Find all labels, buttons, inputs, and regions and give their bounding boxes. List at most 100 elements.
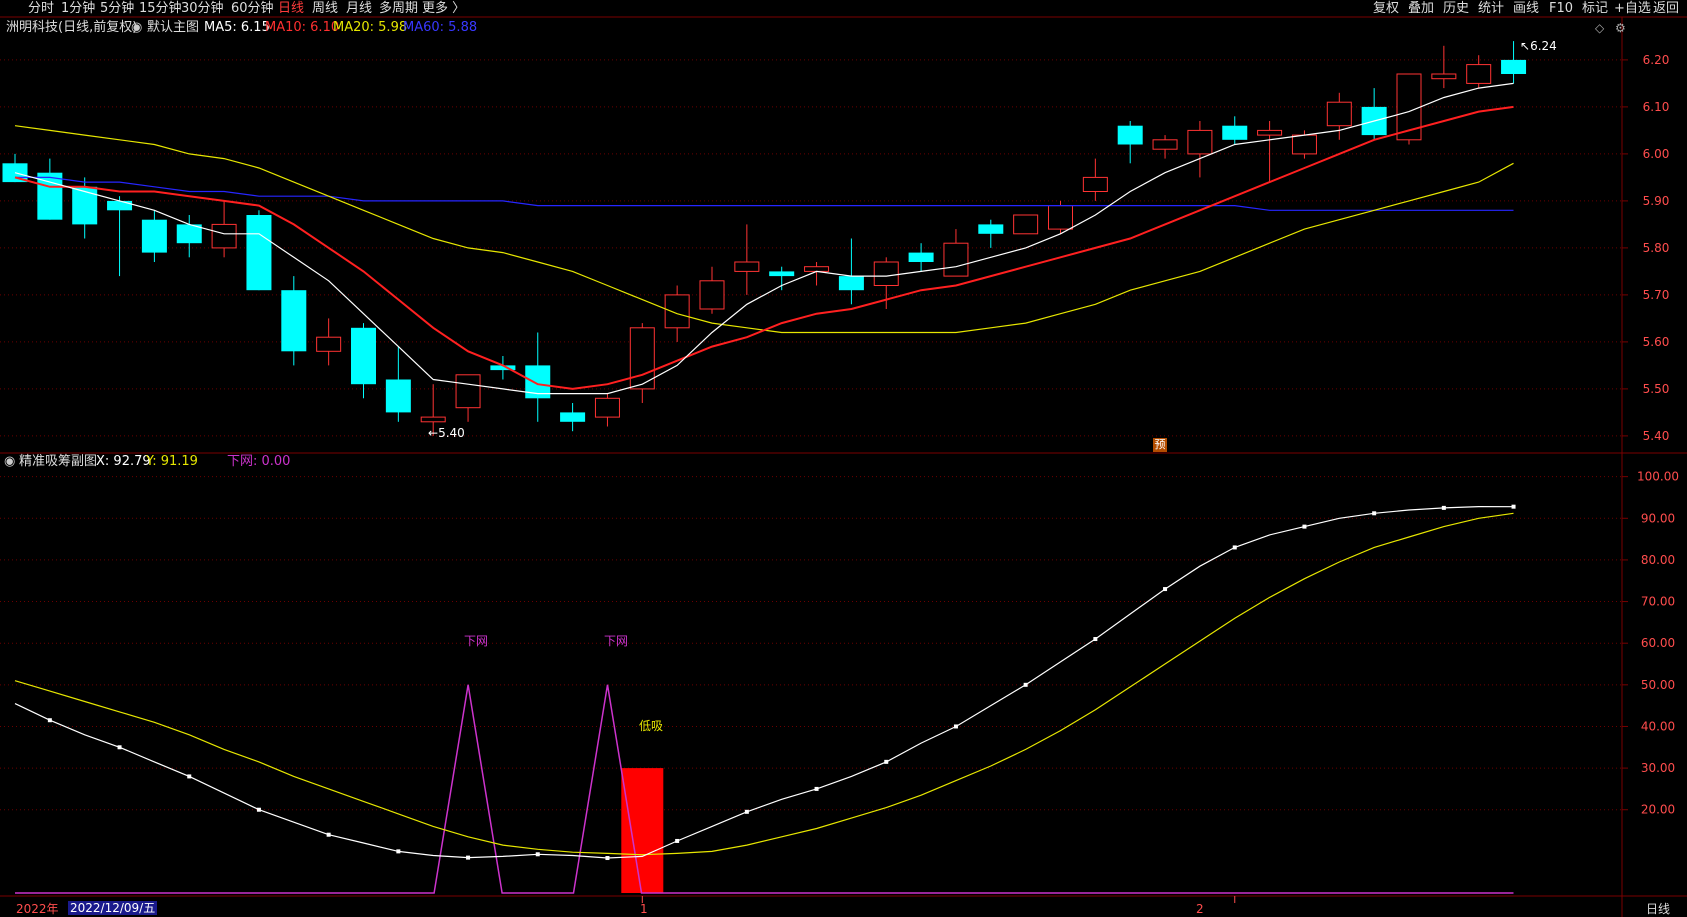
sub-x-dot — [814, 786, 819, 791]
sub-x-dot — [117, 745, 122, 750]
candle-body-up — [1013, 214, 1039, 235]
candle-body-up — [943, 242, 969, 277]
sub-x-dot — [396, 849, 401, 854]
candle-body-down — [351, 327, 376, 385]
sub-x-line — [14, 505, 1514, 859]
low-marker: ←5.40 — [428, 426, 465, 440]
forecast-badge[interactable]: 预 — [1153, 438, 1167, 452]
candle-body-up — [455, 374, 481, 409]
ma20-value: MA20: 5.98 — [333, 20, 408, 35]
month-tick-1: 1 — [640, 902, 648, 916]
candle-body-up — [873, 261, 899, 286]
sub-x-dot — [256, 807, 261, 812]
ma10-value: MA10: 6.10 — [265, 20, 340, 35]
price-tick-label: 5.90 — [1643, 194, 1670, 208]
sub-x-dot — [326, 832, 331, 837]
sub-x-dot — [466, 855, 471, 860]
low-marker-value: 5.40 — [438, 426, 465, 440]
sub-x-dot — [1093, 637, 1098, 642]
candle-body-down — [107, 200, 133, 211]
sub-tick-label: 100.00 — [1637, 470, 1679, 484]
sub-x-dot — [744, 809, 749, 814]
settings-icon[interactable]: ⚙ — [1615, 20, 1626, 36]
candle-body-up — [1048, 205, 1073, 230]
period-button[interactable]: 日线 — [1646, 902, 1670, 916]
year-label: 2022年 — [16, 902, 59, 916]
sub-x-dot — [187, 774, 192, 779]
candle-body-down — [246, 215, 272, 291]
candle-body-down — [769, 271, 795, 277]
sub-x-value: X: 92.79 — [96, 454, 151, 469]
ma60-value: MA60: 5.88 — [403, 20, 478, 35]
sub-x-dot — [1372, 511, 1377, 516]
candle-body-up — [1326, 101, 1352, 127]
cursor-date: 2022/12/09/五 — [68, 901, 158, 915]
sub-tick-label: 40.00 — [1641, 719, 1675, 733]
diamond-icon[interactable]: ◇ — [1595, 20, 1604, 36]
candle-body-down — [1222, 125, 1248, 140]
chart-menu-icon[interactable]: ◉ — [131, 20, 142, 36]
sub-x-dot — [1511, 504, 1516, 509]
high-marker-value: 6.24 — [1530, 39, 1557, 53]
candle-body-up — [316, 336, 342, 352]
sub-tick-label: 30.00 — [1641, 761, 1675, 775]
candle-body-up — [420, 416, 446, 423]
sub-tick-label: 60.00 — [1641, 636, 1675, 650]
candle-body-down — [908, 252, 934, 262]
ma20-line — [14, 125, 1514, 334]
candle-body-up — [1466, 64, 1492, 84]
sub-tick-label: 20.00 — [1641, 803, 1675, 817]
price-tick-label: 5.40 — [1643, 429, 1670, 443]
candle-body-down — [1117, 125, 1143, 145]
dixi-bar — [621, 768, 664, 893]
price-tick-label: 6.00 — [1643, 147, 1670, 161]
candle-body-down — [978, 224, 1004, 234]
sub-tick-label: 80.00 — [1641, 553, 1675, 567]
high-marker: ↖6.24 — [1520, 39, 1557, 53]
sub-x-dot — [675, 838, 680, 843]
candle-body-up — [804, 266, 830, 272]
candle-body-up — [734, 261, 760, 272]
candle-body-up — [1257, 129, 1283, 136]
sub-x-dot — [47, 718, 52, 723]
sub-x-dot — [535, 852, 540, 857]
sub-y-value: Y: 91.19 — [146, 454, 198, 469]
signal-label-1: 下网 — [464, 634, 489, 648]
ma5-line — [14, 82, 1514, 395]
candle-body-up — [1152, 139, 1178, 150]
candle-body-down — [1501, 59, 1527, 74]
sub-x-dot — [953, 724, 958, 729]
price-tick-label: 5.80 — [1643, 241, 1670, 255]
sub-x-dot — [1441, 505, 1446, 510]
sub-x-dot — [605, 856, 610, 861]
price-tick-label: 5.70 — [1643, 288, 1670, 302]
sub-chart-menu-icon[interactable]: ◉ — [4, 454, 15, 470]
candle-body-down — [141, 219, 167, 253]
sub-chart-title[interactable]: 精准吸筹副图 — [19, 454, 97, 470]
sub-tick-label: 90.00 — [1641, 511, 1675, 525]
stock-label: 洲明科技(日线,前复权) — [6, 20, 138, 35]
candle-body-down — [560, 412, 586, 422]
price-tick-label: 6.10 — [1643, 100, 1670, 114]
signal-line — [15, 684, 1514, 894]
main-chart-name[interactable]: 默认主图 — [147, 20, 199, 36]
signal-label-2: 下网 — [604, 634, 629, 648]
candle-body-up — [664, 294, 690, 329]
candle-body-down — [385, 379, 411, 413]
candle-body-down — [281, 290, 307, 352]
sub-tick-label: 70.00 — [1641, 595, 1675, 609]
month-tick-2: 2 — [1196, 902, 1204, 916]
ma5-value: MA5: 6.15 — [204, 20, 270, 35]
candle-body-up — [699, 280, 725, 310]
sub-x-dot — [1163, 587, 1168, 592]
candle-body-up — [1291, 134, 1317, 155]
sub-x-dot — [884, 759, 889, 764]
dixi-label: 低吸 — [639, 719, 664, 733]
candle-body-down — [838, 276, 864, 291]
sub-tick-label: 50.00 — [1641, 678, 1675, 692]
price-tick-label: 6.20 — [1643, 53, 1670, 67]
candle-body-down — [72, 186, 98, 225]
price-tick-label: 5.60 — [1643, 335, 1670, 349]
sub-x-dot — [1232, 545, 1237, 550]
sub-net-value: 下网: 0.00 — [227, 454, 291, 469]
